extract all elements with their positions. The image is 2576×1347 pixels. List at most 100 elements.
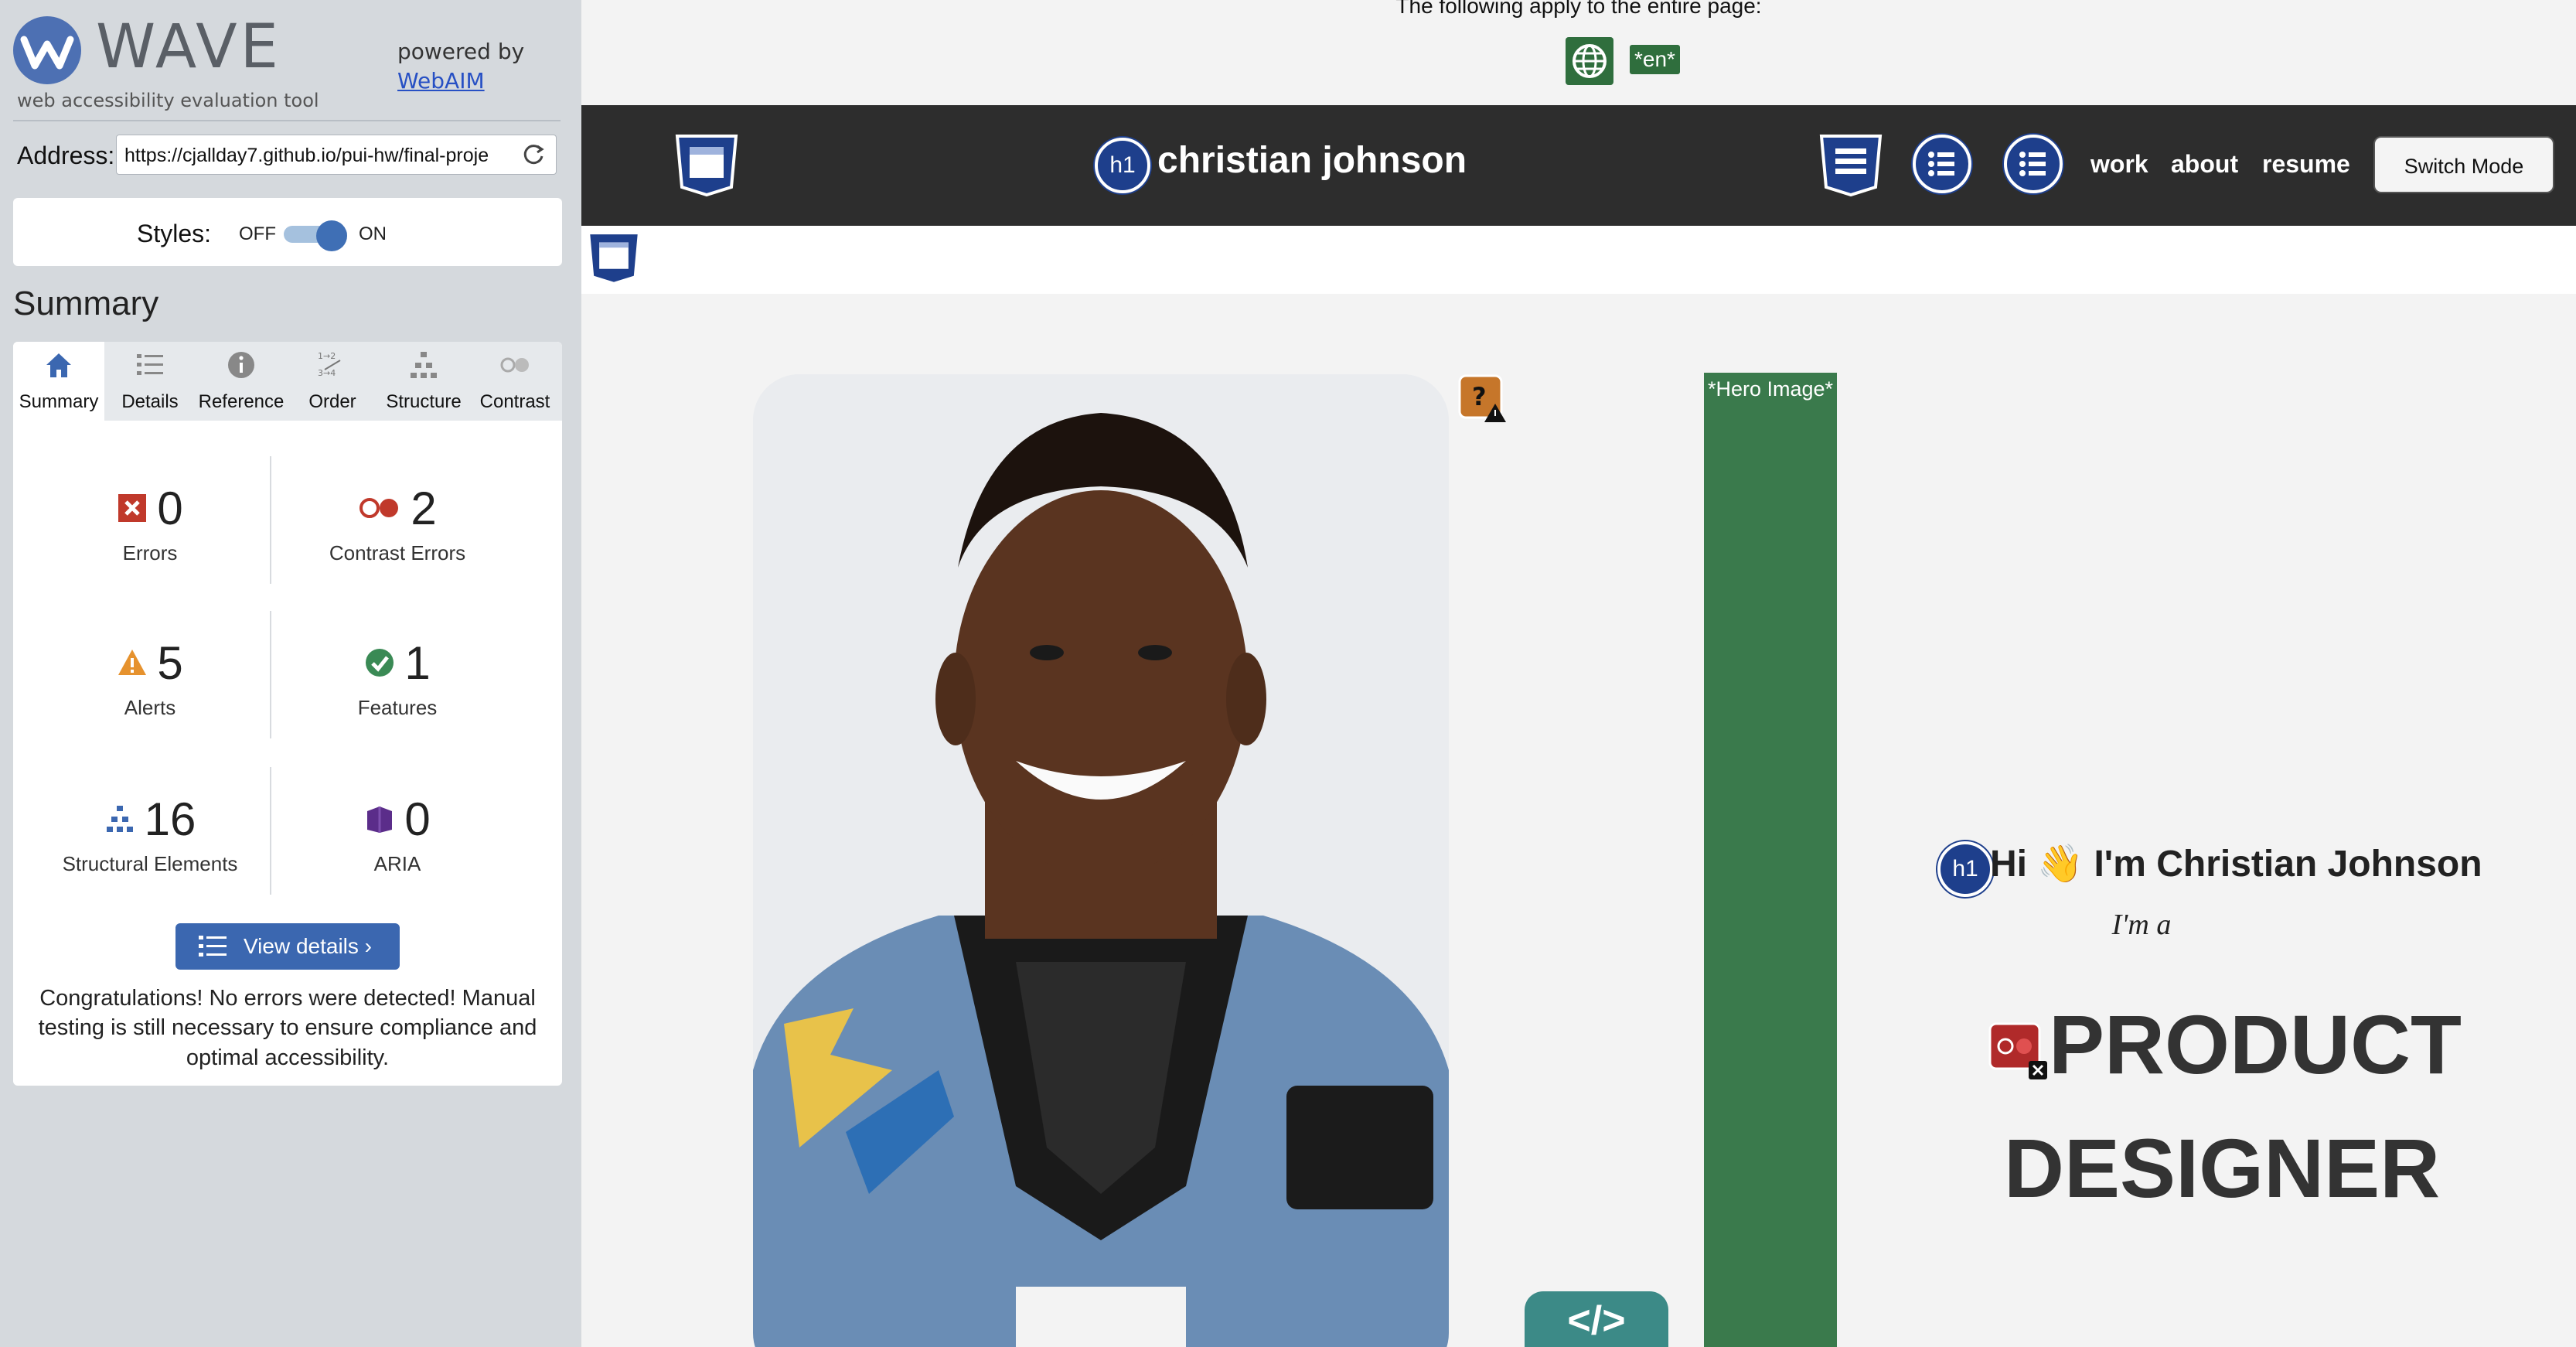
tab-contrast-label: Contrast — [479, 391, 550, 412]
divider — [270, 767, 271, 895]
structural-count: 16 — [144, 793, 196, 845]
evaluated-page: The following apply to the entire page: … — [581, 0, 2576, 1347]
aria-icon — [367, 806, 393, 833]
header-region-icon[interactable] — [674, 133, 739, 198]
svg-text:1→2: 1→2 — [318, 351, 336, 361]
view-details-label: View details › — [244, 934, 373, 958]
styles-toggle[interactable] — [284, 220, 347, 251]
address-input[interactable]: https://cjallday7.github.io/pui-hw/final… — [116, 135, 557, 175]
language-badge[interactable]: *en* — [1630, 45, 1680, 74]
home-icon — [46, 353, 71, 377]
hero-subtitle: I'm a — [2111, 909, 2172, 941]
features-label: Features — [357, 696, 438, 719]
contrast-error-icon — [359, 498, 399, 518]
summary-heading: Summary — [13, 285, 159, 322]
main-region-strip — [581, 226, 2576, 294]
stat-aria: 0 ARIA — [278, 792, 517, 876]
info-icon — [228, 352, 254, 378]
svg-text:3→4: 3→4 — [318, 368, 336, 378]
contrast-error-icon[interactable] — [1987, 1021, 2050, 1081]
main-region-icon[interactable] — [586, 230, 642, 286]
stat-features: 1 Features — [278, 636, 517, 720]
tab-structure[interactable]: Structure — [378, 342, 469, 421]
congrats-message: Congratulations! No errors were detected… — [38, 986, 537, 1070]
page-level-notice: The following apply to the entire page: — [1395, 0, 1762, 18]
site-navbar: h1 christian johnson work about resume S… — [581, 105, 2576, 226]
nav-link-about[interactable]: about — [2171, 150, 2238, 179]
view-details-button[interactable]: View details › — [175, 923, 400, 970]
alerts-label: Alerts — [124, 696, 176, 719]
tab-summary-label: Summary — [19, 391, 99, 412]
address-label: Address: — [17, 142, 115, 169]
role-line-2: DESIGNER — [2004, 1121, 2441, 1215]
errors-label: Errors — [122, 541, 178, 564]
tab-order-label: Order — [308, 391, 356, 412]
svg-text:?: ? — [1472, 382, 1487, 411]
wave-logo-text: WAVE — [96, 12, 281, 82]
code-element-icon[interactable]: </> — [1525, 1291, 1668, 1347]
tab-summary[interactable]: Summary — [13, 342, 104, 421]
nav-link-resume[interactable]: resume — [2262, 150, 2350, 179]
brand-name[interactable]: christian johnson — [1157, 139, 1467, 182]
h1-badge-text: h1 — [1952, 856, 1978, 882]
list-badge-icon[interactable] — [2004, 135, 2063, 193]
reload-icon[interactable] — [520, 142, 547, 168]
role-line-1: PRODUCT — [2049, 997, 2462, 1091]
styles-off-label: OFF — [239, 223, 276, 244]
hero-image-alt-bar[interactable]: *Hero Image* — [1704, 373, 1837, 1347]
portrait-photo — [753, 374, 1449, 1347]
error-icon — [118, 494, 147, 522]
stat-contrast-errors: 2 Contrast Errors — [278, 481, 517, 565]
divider — [270, 611, 271, 738]
aria-label: ARIA — [373, 852, 421, 875]
structural-label: Structural Elements — [62, 852, 238, 875]
tab-order[interactable]: 1→2 3→4 Order — [287, 342, 378, 421]
styles-label: Styles: — [137, 220, 212, 247]
h1-badge-text: h1 — [1109, 152, 1136, 178]
powered-by: powered by WebAIM — [397, 37, 524, 96]
list-icon — [137, 354, 163, 375]
summary-panel: Summary Details Reference 1→2 3→4 Order S… — [13, 342, 562, 1086]
list-badge-icon[interactable] — [1913, 135, 1971, 193]
contrast-errors-label: Contrast Errors — [329, 541, 466, 564]
h1-badge-icon[interactable]: h1 — [1095, 138, 1150, 193]
tab-details-label: Details — [121, 391, 179, 412]
tab-bar: Summary Details Reference 1→2 3→4 Order S… — [13, 342, 562, 421]
tab-structure-label: Structure — [386, 391, 462, 412]
tab-details[interactable]: Details — [104, 342, 196, 421]
structure-icon — [106, 806, 133, 832]
styles-on-label: ON — [359, 223, 387, 244]
tab-reference-label: Reference — [198, 391, 285, 412]
structure-icon — [411, 352, 437, 378]
tab-contrast[interactable]: Contrast — [469, 342, 561, 421]
h1-badge-icon[interactable]: h1 — [1937, 841, 1993, 897]
list-icon — [199, 936, 227, 957]
order-icon: 1→2 3→4 — [318, 351, 341, 378]
aria-count: 0 — [404, 793, 431, 845]
nav-link-work[interactable]: work — [2090, 150, 2148, 179]
wave-sidebar: WAVE web accessibility evaluation tool p… — [0, 0, 581, 1347]
styles-card: Styles: OFF ON — [13, 198, 562, 266]
hero-image-label: *Hero Image* — [1707, 377, 1834, 401]
stat-structural: 16 Structural Elements — [30, 792, 270, 876]
errors-count: 0 — [157, 482, 183, 534]
contrast-icon — [500, 357, 529, 373]
hero-heading: Hi 👋 I'm Christian Johnson — [1990, 844, 2482, 885]
wave-logo-icon — [13, 16, 81, 84]
wave-tagline: web accessibility evaluation tool — [17, 90, 319, 111]
address-value: https://cjallday7.github.io/pui-hw/final… — [124, 145, 489, 166]
alert-icon — [118, 650, 147, 675]
webaim-link[interactable]: WebAIM — [397, 66, 524, 96]
alerts-count: 5 — [157, 636, 183, 689]
features-count: 1 — [404, 636, 431, 689]
tab-reference[interactable]: Reference — [196, 342, 287, 421]
divider — [13, 120, 561, 121]
contrast-errors-count: 2 — [411, 482, 437, 534]
alert-icon[interactable]: ? — [1458, 374, 1508, 424]
code-badge-text: </> — [1567, 1298, 1626, 1343]
switch-mode-button[interactable]: Switch Mode — [2373, 136, 2554, 193]
language-globe-icon[interactable] — [1566, 37, 1613, 85]
powered-by-label: powered by — [397, 39, 525, 64]
divider — [270, 456, 271, 584]
nav-region-icon[interactable] — [1818, 133, 1883, 198]
